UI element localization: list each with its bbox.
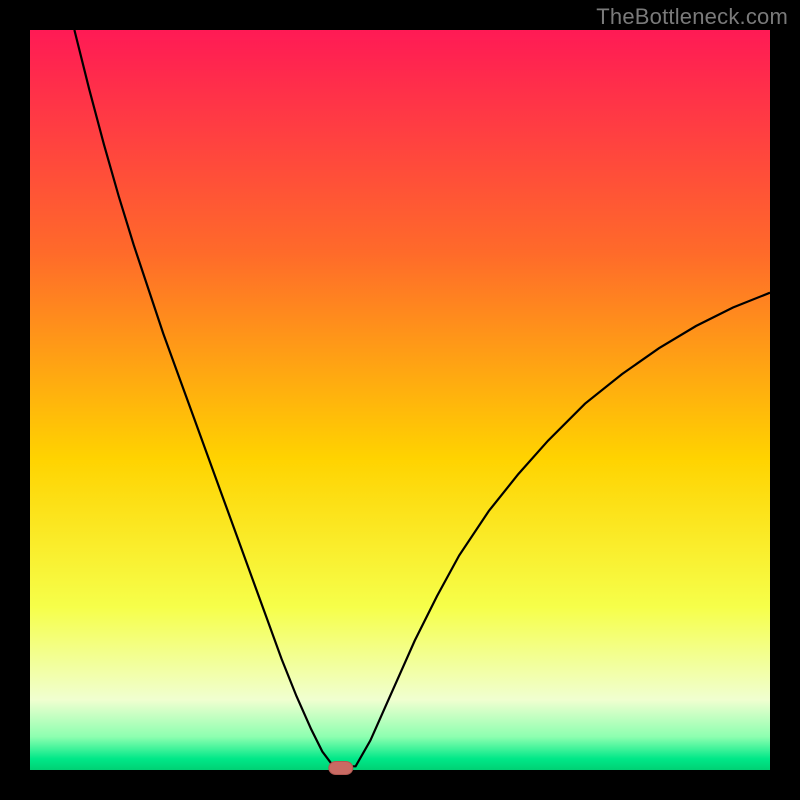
plot-background <box>30 30 770 770</box>
bottleneck-chart <box>0 0 800 800</box>
optimum-marker <box>329 762 353 775</box>
watermark-text: TheBottleneck.com <box>596 4 788 30</box>
chart-frame: { "watermark": "TheBottleneck.com", "col… <box>0 0 800 800</box>
